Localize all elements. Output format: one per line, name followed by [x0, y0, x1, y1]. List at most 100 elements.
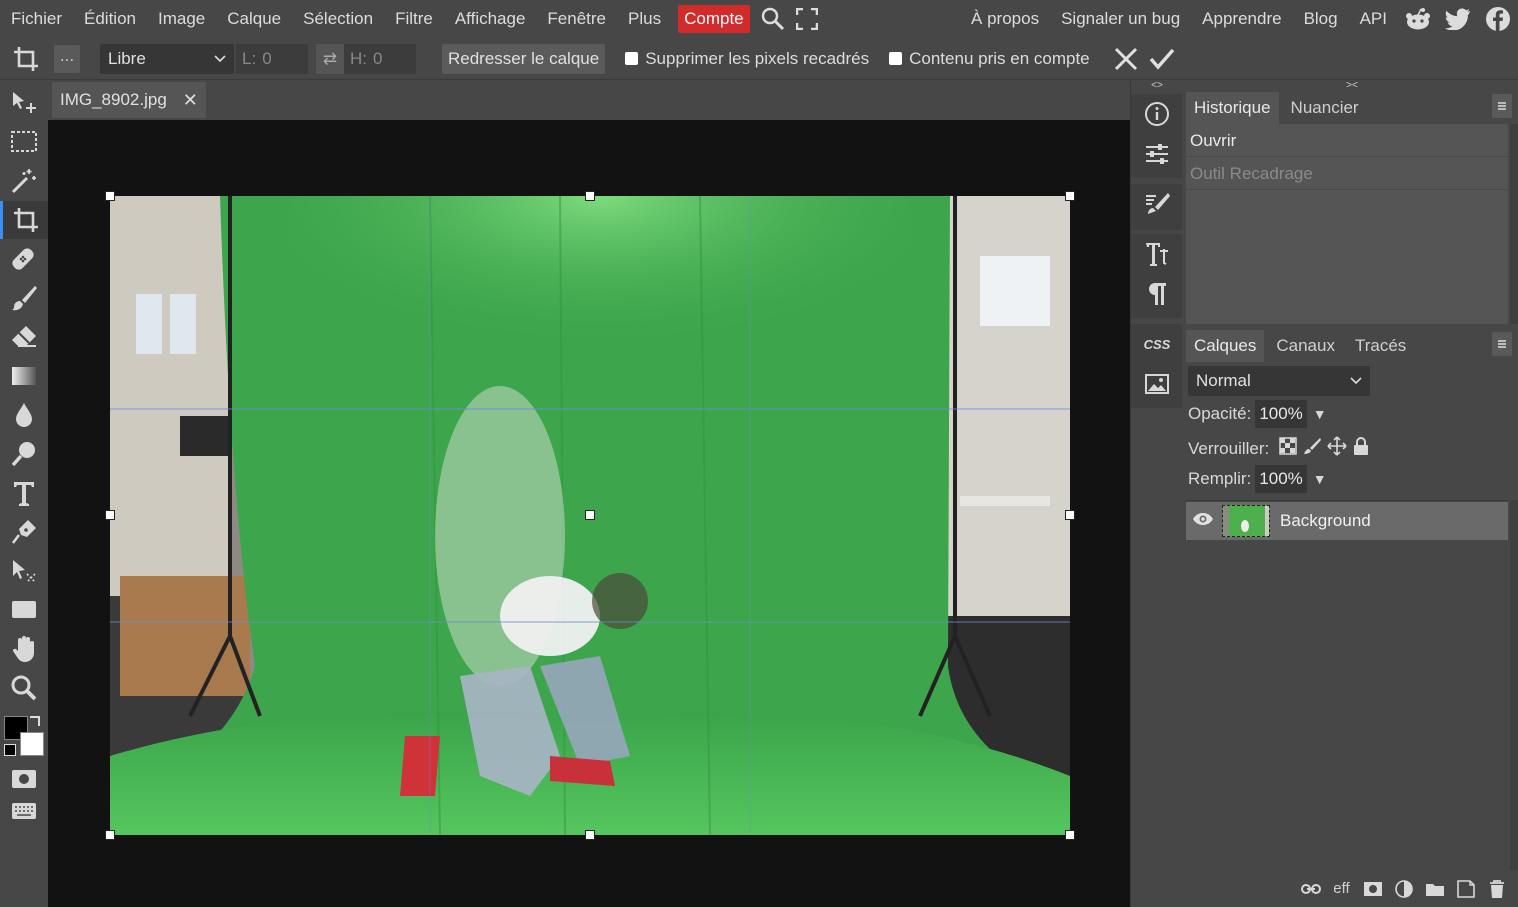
opacity-input[interactable]: 100% — [1255, 400, 1307, 428]
crop-handle-top-left[interactable] — [105, 191, 115, 201]
healing-brush-tool-icon[interactable] — [0, 240, 48, 278]
crop-handle-bottom-left[interactable] — [105, 830, 115, 840]
menu-edition[interactable]: Édition — [73, 0, 147, 38]
folder-icon[interactable] — [1419, 874, 1450, 904]
menu-selection[interactable]: Sélection — [292, 0, 384, 38]
type-tool-icon[interactable] — [0, 474, 48, 512]
background-color[interactable] — [20, 732, 44, 756]
keyboard-icon[interactable] — [0, 792, 48, 830]
opacity-dropdown-icon[interactable]: ▼ — [1313, 406, 1327, 422]
history-entry[interactable]: Outil Recadrage — [1186, 157, 1508, 190]
canvas-workspace[interactable] — [48, 120, 1130, 907]
pen-tool-icon[interactable] — [0, 513, 48, 551]
menu-filtre[interactable]: Filtre — [384, 0, 444, 38]
link-layers-icon[interactable] — [1295, 874, 1326, 904]
link-api[interactable]: API — [1349, 0, 1398, 38]
link-blog[interactable]: Blog — [1293, 0, 1349, 38]
gradient-tool-icon[interactable] — [0, 357, 48, 395]
fill-input[interactable]: 100% — [1255, 465, 1307, 493]
zoom-tool-icon[interactable] — [0, 669, 48, 707]
adjustment-layer-icon[interactable] — [1388, 874, 1419, 904]
history-entry[interactable]: Ouvrir — [1186, 124, 1508, 157]
history-panel-menu-icon[interactable] — [1492, 94, 1512, 118]
document-tab[interactable]: IMG_8902.jpg ✕ — [52, 82, 206, 118]
tab-calques[interactable]: Calques — [1186, 330, 1265, 362]
new-layer-icon[interactable] — [1450, 874, 1481, 904]
crop-handle-top-right[interactable] — [1065, 191, 1075, 201]
adjustments-icon[interactable] — [1131, 134, 1183, 174]
crop-handle-right[interactable] — [1065, 510, 1075, 520]
tab-nuancier[interactable]: Nuancier — [1283, 92, 1367, 124]
move-tool-icon[interactable] — [0, 84, 48, 122]
link-apprendre[interactable]: Apprendre — [1191, 0, 1292, 38]
menu-plus[interactable]: Plus — [617, 0, 672, 38]
confirm-crop-icon[interactable] — [1144, 38, 1180, 80]
tab-historique[interactable]: Historique — [1186, 92, 1279, 124]
crop-handle-bottom-right[interactable] — [1065, 830, 1075, 840]
tab-traces[interactable]: Tracés — [1347, 330, 1414, 362]
css-icon[interactable]: CSS — [1131, 324, 1183, 364]
blur-tool-icon[interactable] — [0, 396, 48, 434]
straighten-layer-button[interactable]: Redresser le calque — [442, 43, 606, 74]
content-aware-checkbox[interactable]: Contenu pris en compte — [889, 49, 1090, 69]
history-scrollbar[interactable] — [1510, 124, 1518, 324]
character-icon[interactable] — [1131, 234, 1183, 274]
checkbox-box[interactable] — [625, 52, 639, 65]
brush-settings-icon[interactable] — [1131, 184, 1183, 224]
swap-colors-icon[interactable] — [30, 716, 40, 726]
dodge-tool-icon[interactable] — [0, 435, 48, 473]
hand-tool-icon[interactable] — [0, 630, 48, 668]
swap-icon[interactable]: ⇄ — [316, 43, 344, 74]
color-swatches[interactable] — [4, 716, 44, 760]
menu-fichier[interactable]: Fichier — [0, 0, 73, 38]
collapse-arrows-icon[interactable]: <> — [1131, 80, 1183, 92]
reddit-icon[interactable] — [1398, 0, 1438, 38]
cancel-crop-icon[interactable] — [1108, 38, 1144, 80]
search-icon[interactable] — [756, 0, 790, 38]
close-icon[interactable]: ✕ — [183, 90, 198, 111]
layer-row[interactable]: Background — [1186, 502, 1508, 540]
crop-handle-center[interactable] — [585, 510, 595, 520]
image-icon[interactable] — [1131, 364, 1183, 404]
layer-effects-button[interactable]: eff — [1326, 874, 1357, 904]
link-report-bug[interactable]: Signaler un bug — [1050, 0, 1191, 38]
blend-mode-select[interactable]: Normal — [1188, 366, 1370, 396]
crop-tool-icon[interactable] — [0, 201, 48, 239]
menu-affichage[interactable]: Affichage — [444, 0, 537, 38]
trash-icon[interactable] — [1481, 874, 1512, 904]
twitter-icon[interactable] — [1438, 0, 1478, 38]
crop-handle-left[interactable] — [105, 510, 115, 520]
height-field[interactable]: H: 0 — [344, 43, 416, 74]
tab-canaux[interactable]: Canaux — [1268, 330, 1343, 362]
eye-icon[interactable] — [1192, 512, 1214, 531]
magic-wand-tool-icon[interactable] — [0, 162, 48, 200]
add-mask-icon[interactable] — [1357, 874, 1388, 904]
layers-panel-menu-icon[interactable] — [1492, 332, 1512, 356]
fullscreen-icon[interactable] — [790, 0, 824, 38]
path-select-tool-icon[interactable] — [0, 552, 48, 590]
lock-pixels-icon[interactable] — [1303, 437, 1322, 460]
lock-transparency-icon[interactable] — [1279, 437, 1298, 460]
tool-presets-button[interactable]: ... — [54, 44, 80, 73]
reset-colors-icon[interactable] — [4, 744, 16, 756]
checkbox-box[interactable] — [889, 52, 903, 65]
lock-position-icon[interactable] — [1327, 436, 1347, 461]
lock-all-icon[interactable] — [1353, 436, 1369, 461]
ratio-select[interactable]: Libre — [100, 43, 234, 74]
menu-image[interactable]: Image — [147, 0, 216, 38]
fill-dropdown-icon[interactable]: ▼ — [1313, 471, 1327, 487]
delete-cropped-pixels-checkbox[interactable]: Supprimer les pixels recadrés — [625, 49, 869, 69]
crop-handle-bottom[interactable] — [585, 830, 595, 840]
facebook-icon[interactable] — [1478, 0, 1518, 38]
info-icon[interactable] — [1131, 94, 1183, 134]
eraser-tool-icon[interactable] — [0, 318, 48, 356]
rectangle-tool-icon[interactable] — [0, 591, 48, 629]
width-field[interactable]: L: 0 — [236, 43, 308, 74]
paragraph-icon[interactable] — [1131, 274, 1183, 314]
account-button[interactable]: Compte — [678, 5, 750, 33]
crop-handle-top[interactable] — [585, 191, 595, 201]
menu-calque[interactable]: Calque — [216, 0, 292, 38]
link-a-propos[interactable]: À propos — [960, 0, 1050, 38]
menu-fenetre[interactable]: Fenêtre — [536, 0, 617, 38]
brush-tool-icon[interactable] — [0, 279, 48, 317]
